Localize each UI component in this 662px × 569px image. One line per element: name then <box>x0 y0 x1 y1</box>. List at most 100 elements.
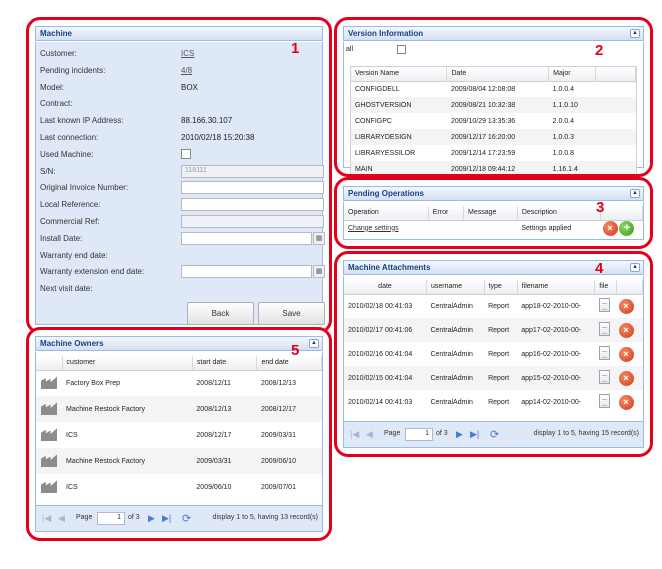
collapse-icon[interactable]: ▲ <box>309 339 319 348</box>
table-cell: 1.0.0.4 <box>552 85 575 93</box>
prev-page-icon[interactable]: ◀ <box>58 513 65 524</box>
form-row: Used Machine: <box>40 147 318 163</box>
delete-icon[interactable]: × <box>618 394 634 410</box>
field-link[interactable]: 4/8 <box>181 66 192 75</box>
icon-cell <box>36 422 62 448</box>
table-cell: Machine Restock Factory <box>62 396 193 422</box>
delete-icon[interactable]: × <box>618 346 634 362</box>
next-page-icon[interactable]: ▶ <box>148 513 155 524</box>
form-row: Warranty end date: <box>40 248 318 264</box>
calendar-icon[interactable]: ▦ <box>313 231 325 245</box>
back-button[interactable]: Back <box>187 302 254 325</box>
version-body: all Version Name Date Major CONFIGDELL 2009/… <box>343 42 644 174</box>
prev-page-icon[interactable]: ◀ <box>366 429 373 440</box>
document-icon[interactable] <box>598 322 610 336</box>
table-row[interactable]: 2010/02/16 00:41:04 CentralAdmin Report app… <box>344 342 643 366</box>
table-cell: CentralAdmin <box>430 350 473 358</box>
delete-icon[interactable]: × <box>618 370 634 386</box>
table-row[interactable]: 2010/02/18 00:41:03 CentralAdmin Report app… <box>344 294 643 318</box>
last-page-icon[interactable]: ▶| <box>470 429 479 440</box>
change-settings-link[interactable]: Change settings <box>348 225 399 232</box>
table-row[interactable]: Machine Restock Factory 2009/03/31 2009/06… <box>36 448 322 474</box>
table-row[interactable]: 2010/02/15 00:41:04 CentralAdmin Report app… <box>344 366 643 390</box>
table-row[interactable]: Factory Box Prep 2008/12/11 2008/12/13 <box>36 370 322 396</box>
table-row[interactable]: CONFIGPC 2009/10/29 13:35:36 2.0.0.4 <box>351 113 636 129</box>
machine-panel: Machine Customer: ICS Pending incidents: 4/… <box>26 17 332 334</box>
version-filter-checkbox[interactable] <box>397 45 406 54</box>
next-page-icon[interactable]: ▶ <box>456 429 463 440</box>
col-header[interactable]: Major <box>548 67 596 82</box>
field-label: Used Machine: <box>40 149 94 159</box>
table-cell: 2010/02/15 00:41:04 <box>344 366 427 390</box>
table-row[interactable]: MAIN 2009/12/18 09:44:12 1.16.1.4 <box>351 161 636 174</box>
col-header[interactable]: end date <box>256 356 322 371</box>
table-cell: 2009/06/10 <box>196 483 232 491</box>
table-row[interactable]: GHOSTVERSION 2009/08/21 10:32:38 1.1.0.10 <box>351 97 636 113</box>
field-input[interactable] <box>181 198 324 212</box>
delete-icon[interactable]: × <box>618 298 634 314</box>
field-input[interactable] <box>181 181 324 195</box>
owners-panel-header: Machine Owners ▲ <box>35 336 323 351</box>
page-input[interactable]: 1 <box>405 428 433 441</box>
document-icon[interactable] <box>598 394 610 408</box>
table-cell-filler <box>596 145 636 161</box>
table-row[interactable]: 2010/02/17 00:41:06 CentralAdmin Report app… <box>344 318 643 342</box>
first-page-icon[interactable]: |◀ <box>350 429 359 440</box>
last-page-icon[interactable]: ▶| <box>162 513 171 524</box>
document-icon[interactable] <box>598 298 610 313</box>
col-header[interactable]: Message <box>463 206 518 221</box>
calendar-icon[interactable]: ▦ <box>313 265 325 279</box>
col-header[interactable]: Operation <box>344 206 429 221</box>
table-row[interactable]: 2010/02/14 00:41:03 CentralAdmin Report app… <box>344 390 643 414</box>
table-cell: 2.0.0.4 <box>552 117 575 125</box>
col-header[interactable]: start date <box>192 356 258 371</box>
header-row: date username type filename file <box>344 280 643 295</box>
col-header[interactable]: Description <box>517 206 602 221</box>
attachments-grid: date username type filename file 2010/02/18 0… <box>344 280 643 414</box>
col-header[interactable]: Error <box>428 206 465 221</box>
col-header[interactable]: type <box>484 280 518 295</box>
document-icon[interactable] <box>598 346 610 360</box>
refresh-icon[interactable]: ⟳ <box>490 428 499 441</box>
attachments-body: date username type filename file 2010/02/18 0… <box>343 276 644 448</box>
table-row[interactable]: ICS 2008/12/17 2009/03/31 <box>36 422 322 448</box>
field-link[interactable]: ICS <box>181 49 194 58</box>
factory-icon <box>41 376 57 390</box>
field-label: Warranty end date: <box>40 250 108 260</box>
table-row[interactable]: Machine Restock Factory 2008/12/13 2008/12… <box>36 396 322 422</box>
page-input[interactable]: 1 <box>97 512 125 525</box>
collapse-icon[interactable]: ▲ <box>630 263 640 272</box>
date-input[interactable] <box>181 231 312 245</box>
date-input[interactable] <box>181 265 312 279</box>
col-header[interactable]: Date <box>446 67 550 82</box>
pending-message <box>464 220 518 236</box>
col-header[interactable]: Version Name <box>351 67 448 82</box>
save-button[interactable]: Save <box>258 302 325 325</box>
col-header[interactable]: date <box>344 280 427 295</box>
refresh-icon[interactable]: ⟳ <box>182 512 191 525</box>
add-icon[interactable]: + <box>619 220 635 236</box>
table-row[interactable]: CONFIGDELL 2009/08/04 12:08:08 1.0.0.4 <box>351 81 636 97</box>
delete-icon[interactable]: × <box>618 322 634 338</box>
table-cell: Report <box>488 398 510 406</box>
table-row[interactable]: LIBRARYESSILOR 2009/12/14 17:23:59 1.0.0.8 <box>351 145 636 161</box>
first-page-icon[interactable]: |◀ <box>42 513 51 524</box>
document-icon[interactable] <box>598 370 610 384</box>
table-row[interactable]: LIBRARYDESIGN 2009/12/17 16:20:00 1.0.0.3 <box>351 129 636 145</box>
used-machine-checkbox[interactable] <box>181 148 191 159</box>
icon-cell <box>36 474 62 500</box>
collapse-icon[interactable]: ▲ <box>630 29 640 38</box>
col-header[interactable]: filename <box>517 280 596 295</box>
col-header[interactable]: customer <box>62 356 193 371</box>
collapse-icon[interactable]: ▲ <box>630 189 640 198</box>
table-cell: Factory Box Prep <box>66 379 121 387</box>
field-value: 88.166.30.107 <box>181 116 233 126</box>
pending-description: Settings applied <box>521 224 572 232</box>
col-header[interactable]: file <box>594 280 617 295</box>
table-cell-filler <box>595 97 636 113</box>
table-row[interactable]: ICS 2009/06/10 2009/07/01 <box>36 474 322 500</box>
col-header[interactable]: username <box>426 280 485 295</box>
delete-icon[interactable]: × <box>602 220 618 236</box>
field-label: Customer: <box>40 49 77 58</box>
table-cell: GHOSTVERSION <box>351 97 447 113</box>
